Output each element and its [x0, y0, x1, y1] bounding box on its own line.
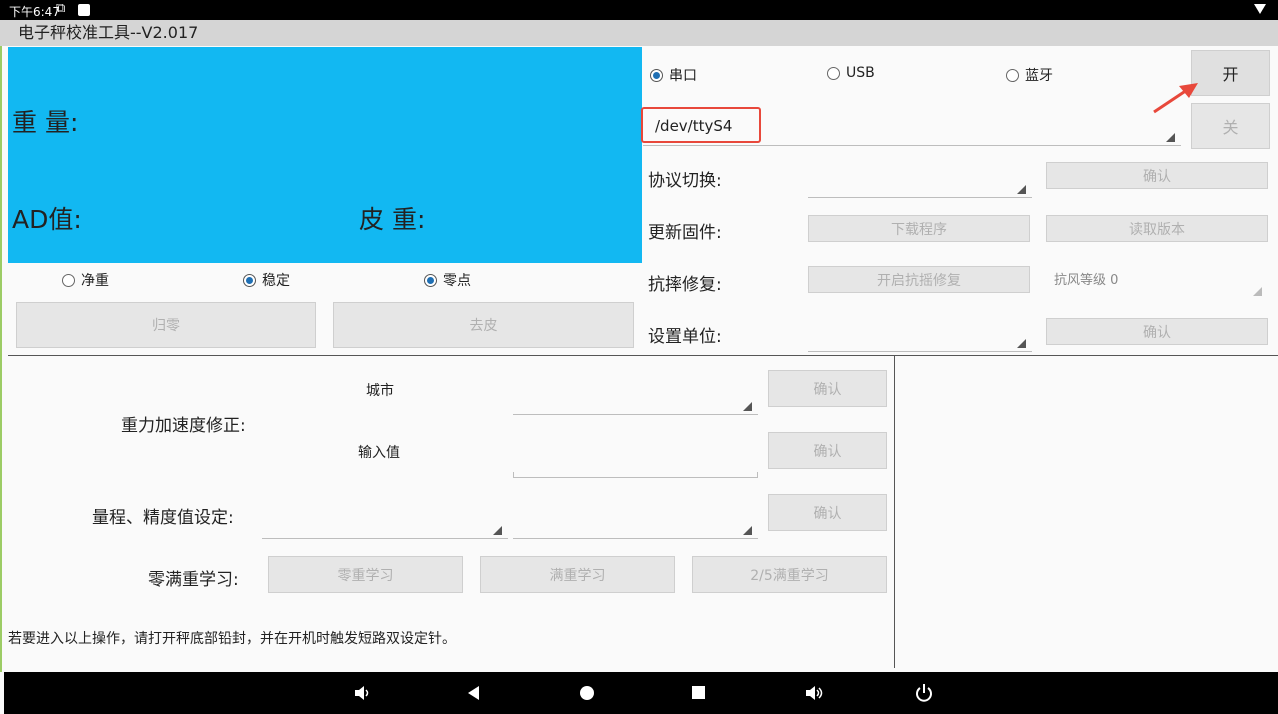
chevron-down-icon — [493, 526, 502, 535]
bluetooth-label: 蓝牙 — [1025, 68, 1053, 84]
range-precision-label: 量程、精度值设定: — [92, 508, 234, 528]
weight-label: 重 量: — [12, 108, 79, 137]
range-confirm-button[interactable]: 确认 — [768, 494, 887, 531]
city-select[interactable] — [513, 385, 758, 415]
usb-label: USB — [846, 65, 875, 81]
precision-select[interactable] — [513, 510, 758, 539]
chevron-down-icon — [1017, 339, 1026, 348]
gravity-label: 重力加速度修正: — [121, 416, 246, 436]
annotation-arrow-icon — [1153, 83, 1198, 114]
chevron-down-icon — [1017, 185, 1026, 194]
bluetooth-radio[interactable]: 蓝牙 — [1006, 65, 1053, 85]
volume-down-icon[interactable] — [353, 685, 371, 701]
volume-up-icon[interactable] — [804, 685, 824, 701]
protocol-confirm-button[interactable]: 确认 — [1046, 162, 1268, 189]
tare-label: 皮 重: — [359, 205, 426, 234]
unit-confirm-button[interactable]: 确认 — [1046, 318, 1268, 345]
zero-point-radio-icon — [424, 273, 437, 287]
vertical-divider — [894, 356, 895, 668]
input-left-tick — [513, 472, 514, 477]
download-program-button[interactable]: 下载程序 — [808, 215, 1030, 242]
read-version-button[interactable]: 读取版本 — [1046, 215, 1268, 242]
chevron-down-icon — [1166, 133, 1175, 142]
section-divider — [8, 355, 1278, 356]
zero-button[interactable]: 归零 — [16, 302, 316, 348]
city-confirm-button[interactable]: 确认 — [768, 370, 887, 407]
port-value: /dev/ttyS4 — [655, 117, 733, 135]
two-fifth-learn-button[interactable]: 2/5满重学习 — [692, 556, 887, 593]
gravity-input-field[interactable] — [513, 440, 758, 478]
zero-learn-button[interactable]: 零重学习 — [268, 556, 463, 593]
anti-shake-label: 抗摔修复: — [648, 275, 722, 295]
serial-radio-icon — [650, 68, 663, 82]
usb-radio-icon — [827, 66, 840, 80]
unit-label: 设置单位: — [648, 327, 722, 347]
serial-label: 串口 — [669, 68, 697, 84]
protocol-label: 协议切换: — [648, 171, 722, 191]
range-select[interactable] — [262, 510, 508, 539]
wifi-icon — [1254, 4, 1266, 14]
usb-radio[interactable]: USB — [827, 65, 875, 81]
weight-display-panel: 重 量: AD值: 皮 重: — [8, 47, 642, 263]
bluetooth-radio-icon — [1006, 68, 1019, 82]
net-weight-indicator[interactable]: 净重 — [62, 270, 109, 290]
input-confirm-button[interactable]: 确认 — [768, 432, 887, 469]
sim-icon: ⧉ — [56, 1, 66, 16]
stable-indicator[interactable]: 稳定 — [243, 270, 290, 290]
tare-button[interactable]: 去皮 — [333, 302, 634, 348]
unit-select[interactable] — [808, 320, 1032, 352]
anti-shake-button[interactable]: 开启抗摇修复 — [808, 266, 1030, 293]
home-icon[interactable] — [579, 685, 595, 701]
net-weight-radio-icon — [62, 273, 75, 287]
navigation-bar — [4, 672, 1278, 714]
ad-value-label: AD值: — [12, 205, 82, 234]
zero-full-learn-label: 零满重学习: — [148, 570, 239, 590]
stable-radio-icon — [243, 273, 256, 287]
chevron-down-icon — [743, 526, 752, 535]
wind-level-select[interactable]: 抗风等级 0 — [1046, 263, 1268, 299]
notice-text: 若要进入以上操作，请打开秤底部铅封，并在开机时触发短路双设定针。 — [8, 631, 456, 647]
stable-label: 稳定 — [262, 273, 290, 289]
serial-radio[interactable]: 串口 — [650, 65, 697, 85]
wind-level-value: 抗风等级 0 — [1054, 273, 1119, 288]
left-edge-divider — [0, 46, 2, 672]
app-title: 电子秤校准工具--V2.017 — [18, 23, 199, 42]
port-highlight-box: /dev/ttyS4 — [641, 107, 761, 143]
zero-point-label: 零点 — [443, 273, 471, 289]
city-label: 城市 — [366, 383, 394, 399]
input-right-tick — [757, 472, 758, 477]
back-icon[interactable] — [466, 685, 482, 701]
zero-point-indicator[interactable]: 零点 — [424, 270, 471, 290]
chevron-down-icon — [1253, 287, 1262, 296]
app-title-bar: 电子秤校准工具--V2.017 — [0, 20, 1278, 46]
protocol-select[interactable] — [808, 166, 1032, 198]
full-learn-button[interactable]: 满重学习 — [480, 556, 675, 593]
recents-icon[interactable] — [691, 685, 707, 701]
net-weight-label: 净重 — [81, 273, 109, 289]
firmware-label: 更新固件: — [648, 223, 722, 243]
status-time: 下午6:47 — [9, 5, 60, 19]
notification-icon — [78, 4, 90, 16]
input-value-label: 输入值 — [358, 445, 400, 461]
power-icon[interactable] — [914, 683, 934, 703]
status-bar: 下午6:47 ⧉ — [0, 0, 1278, 20]
chevron-down-icon — [743, 402, 752, 411]
